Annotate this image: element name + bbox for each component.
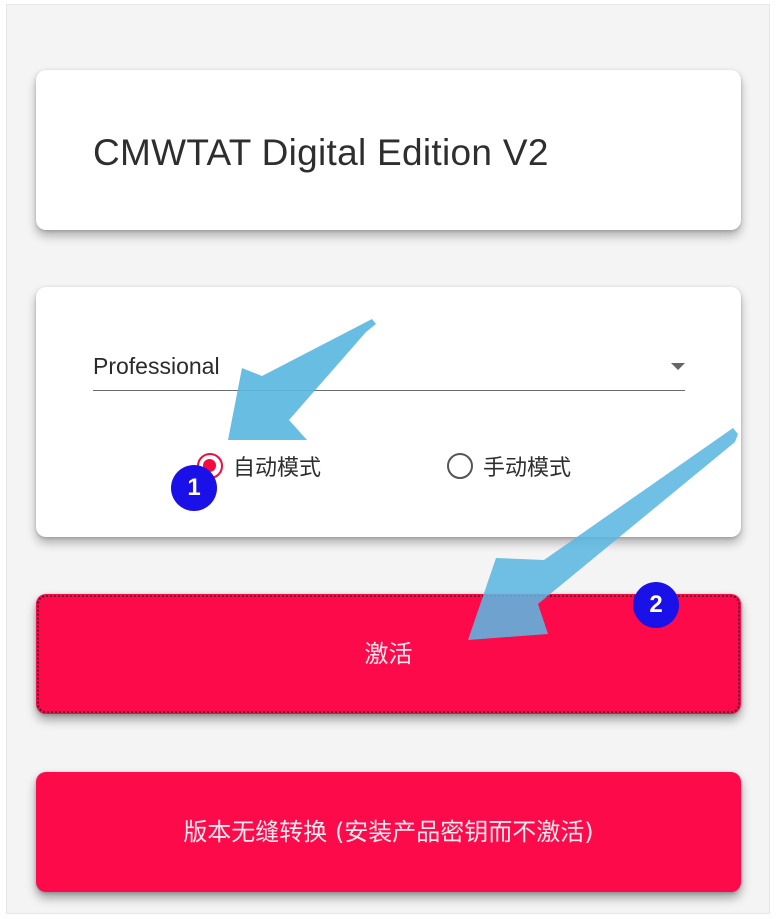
caret-down-icon [671, 363, 685, 370]
radio-auto-mode-label: 自动模式 [233, 456, 322, 481]
annotation-badge-1: 1 [171, 465, 217, 511]
options-card: Professional 自动模式 手动模式 [36, 287, 741, 537]
edition-select[interactable]: Professional [93, 347, 685, 391]
edition-select-value: Professional [93, 353, 220, 379]
annotation-badge-2: 2 [633, 582, 679, 628]
radio-unchecked-icon [447, 453, 473, 479]
radio-manual-mode-label: 手动模式 [483, 456, 572, 481]
radio-auto-mode[interactable]: 自动模式 [197, 450, 321, 482]
title-card: CMWTAT Digital Edition V2 [36, 70, 741, 230]
app-title: CMWTAT Digital Edition V2 [93, 132, 549, 173]
convert-edition-button[interactable]: 版本无缝转换 (安装产品密钥而不激活) [36, 772, 741, 892]
radio-manual-mode[interactable]: 手动模式 [447, 450, 571, 482]
